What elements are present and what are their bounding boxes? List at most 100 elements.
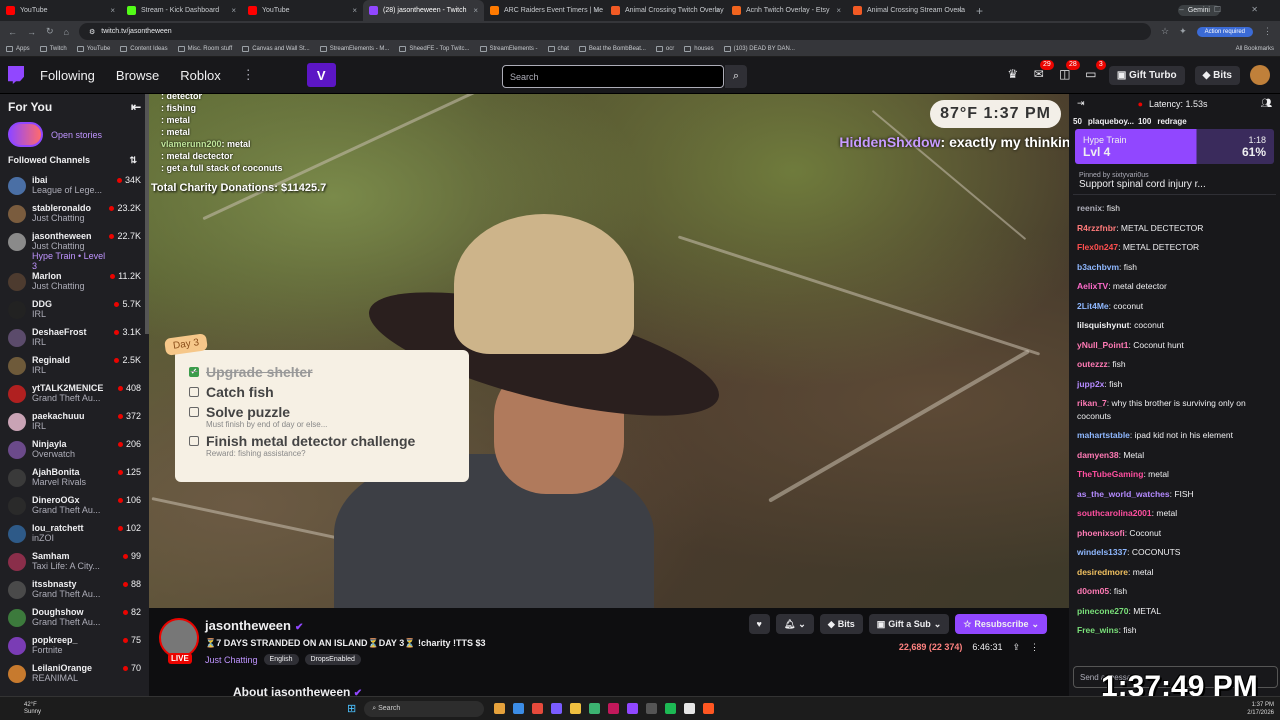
search-input[interactable]: Search — [502, 65, 724, 88]
bookmark-item[interactable]: Apps — [6, 46, 30, 52]
close-tab-icon[interactable]: × — [352, 6, 357, 15]
followed-channel-item[interactable]: DineroOGx Grand Theft Au... 106 — [0, 492, 149, 520]
user-avatar[interactable] — [1250, 65, 1270, 85]
sort-icon[interactable]: ⇅ — [129, 155, 137, 166]
chat-username[interactable]: rikan_7 — [1077, 398, 1107, 408]
share-icon[interactable]: ⇪ — [1012, 642, 1020, 653]
extension-logo-icon[interactable]: V — [306, 63, 336, 87]
chat-username[interactable]: TheTubeGaming — [1077, 469, 1143, 479]
system-clock[interactable]: 1:37 PM 2/17/2026 — [1247, 701, 1274, 717]
tag-english[interactable]: English — [263, 654, 299, 665]
back-icon[interactable]: ← — [8, 27, 17, 37]
open-stories[interactable]: Open stories — [0, 120, 149, 155]
bookmark-item[interactable]: StreamElements - — [479, 46, 538, 52]
resubscribe-button[interactable]: ☆ Resubscribe ⌄ — [955, 614, 1047, 634]
extensions-icon[interactable]: ✦ — [1179, 26, 1187, 37]
bookmark-star-icon[interactable]: ☆ — [1161, 26, 1169, 37]
browser-tab[interactable]: Animal Crossing Stream Overla × — [847, 0, 968, 21]
chat-username[interactable]: as_the_world_watches — [1077, 489, 1170, 499]
app-icon[interactable] — [570, 703, 582, 714]
chat-username[interactable]: damyen38 — [1077, 450, 1119, 460]
bits-button[interactable]: ◆ Bits — [1194, 65, 1240, 85]
bookmark-item[interactable]: SheedFE - Top Twitc... — [399, 46, 470, 52]
bookmark-item[interactable]: Misc. Room stuff — [177, 46, 232, 52]
bookmark-item[interactable]: Content Ideas — [120, 46, 168, 52]
chat-username[interactable]: southcarolina2001 — [1077, 508, 1152, 518]
nav-browse[interactable]: Browse — [116, 68, 159, 83]
chat-username[interactable]: AelixTV — [1077, 281, 1108, 291]
followed-channel-item[interactable]: ibai League of Lege... 34K — [0, 172, 149, 200]
followed-channel-item[interactable]: LeilaniOrange REANIMAL 70 — [0, 660, 149, 688]
taskbar-search[interactable]: ⌕ Search — [364, 700, 485, 717]
notification-bell-button[interactable]: 🔔︎ ⌄ — [775, 614, 814, 634]
close-tab-icon[interactable]: × — [715, 6, 720, 15]
site-info-icon[interactable]: ⚙ — [89, 28, 95, 36]
bookmark-item[interactable]: houses — [684, 46, 714, 52]
chat-username[interactable]: b3achbvm — [1077, 262, 1119, 272]
app-icon[interactable] — [494, 703, 506, 714]
browser-tab[interactable]: YouTube × — [0, 0, 121, 21]
story-avatar[interactable] — [8, 122, 43, 147]
users-icon[interactable]: 👥︎ — [1261, 98, 1272, 109]
stream-category[interactable]: Just Chatting — [205, 655, 258, 665]
close-tab-icon[interactable]: × — [231, 6, 236, 15]
chat-username[interactable]: outezzz — [1077, 359, 1108, 369]
browser-tab[interactable]: Stream - Kick Dashboard × — [121, 0, 242, 21]
app-icon[interactable] — [589, 703, 601, 714]
bookmark-item[interactable]: Canvas and Wall St... — [242, 46, 310, 52]
hype-train-bar[interactable]: Hype Train Lvl 4 1:18 61% — [1075, 129, 1274, 164]
bookmark-item[interactable]: (103) DEAD BY DAN... — [723, 46, 795, 52]
followed-channel-item[interactable]: itssbnasty Grand Theft Au... 88 — [0, 576, 149, 604]
chat-username[interactable]: Free_wins — [1077, 625, 1119, 635]
app-icon[interactable] — [513, 703, 525, 714]
app-icon[interactable] — [684, 703, 696, 714]
followed-channel-item[interactable]: stableronaldo Just Chatting 23.2K — [0, 200, 149, 228]
followed-channel-item[interactable]: Doughshow Grand Theft Au... 82 — [0, 604, 149, 632]
followed-channel-item[interactable]: popkreep_ Fortnite 75 — [0, 632, 149, 660]
followed-channel-item[interactable]: Marlon Just Chatting 11.2K — [0, 268, 149, 296]
follow-heart-button[interactable]: ♥ — [748, 614, 770, 634]
followed-channel-item[interactable]: Reginald IRL 2.5K — [0, 352, 149, 380]
nav-roblox[interactable]: Roblox — [180, 68, 220, 83]
app-icon[interactable] — [608, 703, 620, 714]
nav-following[interactable]: Following — [40, 68, 95, 83]
new-tab-icon[interactable]: + — [976, 4, 983, 18]
streamer-avatar[interactable] — [159, 618, 199, 658]
all-bookmarks[interactable]: All Bookmarks — [1236, 46, 1274, 52]
followed-channel-item[interactable]: jasontheween Just Chatting Hype Train • Le… — [0, 228, 149, 271]
twitch-logo-icon[interactable] — [8, 66, 24, 84]
bookmark-item[interactable]: YouTube — [76, 46, 110, 52]
tag-drops[interactable]: DropsEnabled — [304, 654, 361, 665]
chat-username[interactable]: windels1337 — [1077, 547, 1127, 557]
crown-icon[interactable]: ♛ — [1005, 67, 1021, 83]
close-tab-icon[interactable]: × — [836, 6, 841, 15]
chat-username[interactable]: mahartstable — [1077, 430, 1130, 440]
notifications-icon[interactable]: ◫ 28 — [1057, 60, 1080, 83]
chat-username[interactable]: R4rzzfnbr — [1077, 223, 1116, 233]
windows-start-icon[interactable]: ⊞ — [347, 702, 356, 715]
app-icon[interactable] — [627, 703, 639, 714]
home-icon[interactable]: ⌂ — [64, 27, 69, 37]
bookmark-item[interactable]: ocr — [655, 46, 674, 52]
bookmark-item[interactable]: chat — [547, 46, 569, 52]
followed-channel-item[interactable]: AjahBonita Marvel Rivals 125 — [0, 464, 149, 492]
app-icon[interactable] — [703, 703, 715, 714]
followed-channel-item[interactable]: paekachuuu IRL 372 — [0, 408, 149, 436]
reload-icon[interactable]: ↻ — [46, 26, 54, 37]
app-icon[interactable] — [665, 703, 677, 714]
app-icon[interactable] — [551, 703, 563, 714]
chat-username[interactable]: pinecone270 — [1077, 606, 1129, 616]
app-icon[interactable] — [646, 703, 658, 714]
chat-username[interactable]: reenix — [1077, 203, 1102, 213]
pinned-message[interactable]: Pinned by sixtyvari0us Support spinal co… — [1073, 168, 1276, 195]
chat-username[interactable]: 2Lit4Me — [1077, 301, 1109, 311]
bookmark-item[interactable]: StreamElements - M... — [319, 46, 389, 52]
weather-widget[interactable]: 42°F Sunny — [24, 702, 41, 716]
chat-username[interactable]: Flex0n247 — [1077, 242, 1118, 252]
bookmark-item[interactable]: Twitch — [39, 46, 67, 52]
browser-tab[interactable]: ARC Raiders Event Timers | Me × — [484, 0, 605, 21]
followed-channel-item[interactable]: DeshaeFrost IRL 3.1K — [0, 324, 149, 352]
whispers-icon[interactable]: ▭ 3 — [1083, 60, 1106, 83]
url-field[interactable]: ⚙ twitch.tv/jasontheween — [78, 23, 1152, 40]
streamer-name[interactable]: jasontheween — [205, 618, 291, 633]
